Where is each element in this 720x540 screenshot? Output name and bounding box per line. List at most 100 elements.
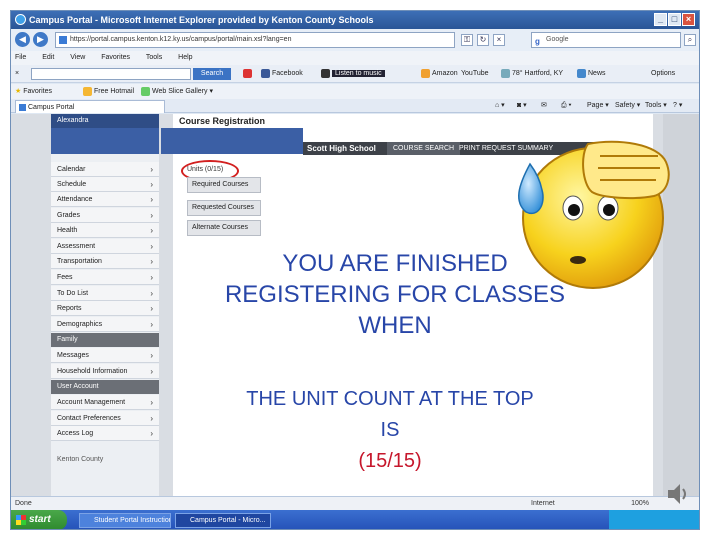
instruction-text-2: THE UNIT COUNT AT THE TOP IS (15/15) <box>246 388 534 472</box>
tab-favicon-icon <box>19 104 26 111</box>
sidebar-header-user-account: User Account <box>51 380 159 394</box>
tab-campus-portal[interactable]: Campus Portal <box>15 100 165 113</box>
sidebar-item-messages[interactable]: Messages › <box>51 348 159 363</box>
help-icon[interactable]: ? ▾ <box>673 99 682 113</box>
search-input[interactable]: g Google <box>531 32 681 48</box>
chevron-right-icon: › <box>150 289 153 298</box>
lock-icon[interactable]: ⚿ <box>461 34 473 46</box>
toolbar-close-icon[interactable]: × <box>15 65 19 83</box>
fav-hotmail[interactable]: Free Hotmail <box>83 84 134 99</box>
status-text: Done <box>15 500 32 507</box>
toolbar-amazon[interactable]: Amazon <box>421 65 458 83</box>
taskbar-item-instructions[interactable]: Student Portal Instructions <box>79 513 171 528</box>
toolbar-news[interactable]: News <box>577 65 606 83</box>
maximize-button[interactable]: □ <box>668 13 681 26</box>
title-bar: Campus Portal - Microsoft Internet Explo… <box>11 11 699 29</box>
chevron-right-icon: › <box>150 242 153 251</box>
tools-menu[interactable]: Tools ▾ <box>645 99 667 113</box>
menu-edit[interactable]: Edit <box>42 54 54 61</box>
start-button[interactable]: start <box>11 510 67 529</box>
toolbar-search-input[interactable] <box>31 68 191 80</box>
page-menu[interactable]: Page ▾ <box>587 99 609 113</box>
search-go-icon[interactable]: ⌕ <box>684 34 696 46</box>
feeds-icon[interactable]: ◙ ▾ <box>517 99 527 113</box>
tab-course-search[interactable]: COURSE SEARCH <box>387 142 461 155</box>
sidebar-item-assessment[interactable]: Assessment › <box>51 239 159 254</box>
sidebar-item-health[interactable]: Health › <box>51 223 159 238</box>
sidebar-header-family: Family <box>51 333 159 347</box>
requested-courses-button[interactable]: Requested Courses <box>187 200 261 216</box>
required-courses-button[interactable]: Required Courses <box>187 177 261 193</box>
school-name: Scott High School <box>307 144 376 153</box>
menu-view[interactable]: View <box>70 54 85 61</box>
refresh-icon[interactable]: ↻ <box>477 34 489 46</box>
print-icon[interactable]: ⎙ ▾ <box>561 99 572 113</box>
chevron-right-icon: › <box>150 398 153 407</box>
menu-bar: File Edit View Favorites Tools Help <box>11 51 699 65</box>
chevron-right-icon: › <box>150 195 153 204</box>
facebook-icon <box>261 68 270 78</box>
sidebar-item-transportation[interactable]: Transportation › <box>51 254 159 269</box>
toolbar-weather[interactable]: 78° Hartford, KY <box>501 65 563 83</box>
mail-icon[interactable]: ✉ <box>541 99 547 113</box>
chevron-right-icon: › <box>150 226 153 235</box>
menu-tools[interactable]: Tools <box>146 54 162 61</box>
weather-icon <box>501 68 510 78</box>
sidebar-item-access-log[interactable]: Access Log › <box>51 426 159 441</box>
minimize-button[interactable]: _ <box>654 13 667 26</box>
sidebar-item-schedule[interactable]: Schedule › <box>51 177 159 192</box>
sidebar-item-fees[interactable]: Fees › <box>51 270 159 285</box>
toolbar-ad-item[interactable] <box>243 65 254 83</box>
sidebar-item-attendance[interactable]: Attendance › <box>51 192 159 207</box>
address-input[interactable]: https://portal.campus.kenton.k12.ky.us/c… <box>55 32 455 48</box>
sidebar: Alexandra Calendar › Schedule › Attendance… <box>51 114 159 496</box>
worried-face-icon <box>518 140 670 289</box>
toolbar-search-button[interactable]: Search <box>193 68 231 80</box>
chevron-right-icon: › <box>150 367 153 376</box>
taskbar: start Student Portal Instructions Campus… <box>11 510 699 529</box>
sidebar-item-demographics[interactable]: Demographics › <box>51 317 159 332</box>
close-button[interactable]: × <box>682 13 695 26</box>
forward-button[interactable]: ▶ <box>33 32 48 47</box>
taskbar-item-campus-portal[interactable]: Campus Portal - Micro... <box>175 513 271 528</box>
page-title: Course Registration <box>179 116 266 126</box>
toolbar-youtube[interactable]: YouTube <box>461 65 489 83</box>
stop-icon[interactable]: × <box>493 34 505 46</box>
menu-help[interactable]: Help <box>178 54 192 61</box>
menu-favorites[interactable]: Favorites <box>101 54 130 61</box>
page-favicon-icon <box>59 36 67 44</box>
speaker-icon[interactable] <box>664 480 692 508</box>
fav-web-slice[interactable]: Web Slice Gallery ▾ <box>141 84 213 99</box>
user-banner <box>51 128 159 154</box>
sidebar-item-account-management[interactable]: Account Management › <box>51 395 159 410</box>
sidebar-item-reports[interactable]: Reports › <box>51 301 159 316</box>
chevron-right-icon: › <box>150 429 153 438</box>
search-toolbar: × Search Facebook Listen to music Amazon… <box>11 65 699 83</box>
sidebar-item-contact-preferences[interactable]: Contact Preferences › <box>51 411 159 426</box>
sidebar-item-household[interactable]: Household Information › <box>51 364 159 379</box>
safety-menu[interactable]: Safety ▾ <box>615 99 640 113</box>
ad-icon <box>243 68 252 78</box>
status-bar: Done Internet 100% <box>11 496 699 510</box>
chevron-right-icon: › <box>150 414 153 423</box>
toolbar-radio[interactable]: Listen to music <box>321 65 385 83</box>
ie-logo-icon <box>15 14 26 25</box>
user-name: Alexandra <box>51 114 159 128</box>
hotmail-icon <box>83 86 92 96</box>
alternate-courses-button[interactable]: Alternate Courses <box>187 220 261 236</box>
chevron-right-icon: › <box>150 351 153 360</box>
chevron-right-icon: › <box>150 211 153 220</box>
favorites-button[interactable]: ★ Favorites <box>15 84 52 99</box>
sidebar-item-calendar[interactable]: Calendar › <box>51 162 159 177</box>
amazon-icon <box>421 68 430 78</box>
back-button[interactable]: ◀ <box>15 32 30 47</box>
district-name: Kenton County <box>57 456 104 463</box>
toolbar-options[interactable]: Options <box>651 65 675 83</box>
sidebar-item-to-do-list[interactable]: To Do List › <box>51 286 159 301</box>
chevron-right-icon: › <box>150 165 153 174</box>
menu-file[interactable]: File <box>15 54 26 61</box>
toolbar-facebook[interactable]: Facebook <box>261 65 303 83</box>
sidebar-item-grades[interactable]: Grades › <box>51 208 159 223</box>
home-icon[interactable]: ⌂ ▾ <box>495 99 505 113</box>
zoom-level[interactable]: 100% <box>631 497 649 511</box>
